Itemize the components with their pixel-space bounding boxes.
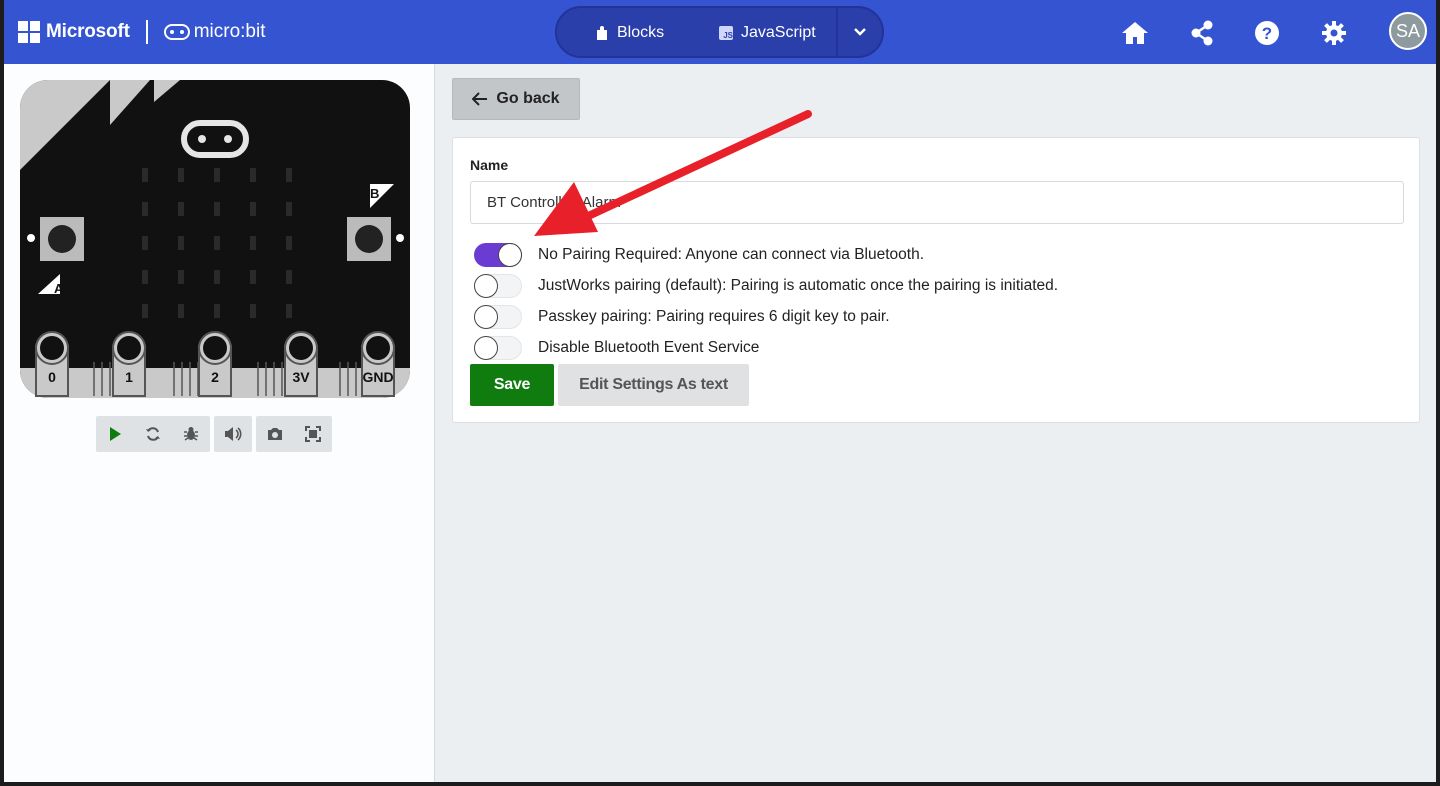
arrow-left-icon — [472, 92, 488, 106]
microbit-logo-icon — [163, 24, 190, 40]
option-label: Passkey pairing: Pairing requires 6 digi… — [538, 308, 890, 325]
fullscreen-icon — [305, 426, 321, 442]
button-b-label: B — [370, 186, 379, 201]
pin-2-label: 2 — [211, 369, 219, 385]
option-label: Disable Bluetooth Event Service — [538, 339, 760, 356]
home-icon — [1122, 22, 1148, 44]
tab-javascript-label: JavaScript — [741, 24, 816, 41]
home-button[interactable] — [1120, 18, 1150, 48]
pin-0: 0 — [35, 331, 69, 397]
user-avatar[interactable]: SA — [1389, 12, 1427, 50]
go-back-label: Go back — [496, 90, 560, 107]
pin-2: 2 — [198, 331, 232, 397]
go-back-button[interactable]: Go back — [452, 78, 580, 120]
option-label: No Pairing Required: Anyone can connect … — [538, 246, 925, 263]
debug-icon — [184, 427, 198, 441]
svg-text:?: ? — [1262, 24, 1272, 43]
toggle-knob — [474, 305, 498, 329]
pin-1: 1 — [112, 331, 146, 397]
top-bar: Microsoft micro:bit Blocks JS JavaScript — [4, 0, 1436, 64]
debug-button[interactable] — [172, 416, 210, 452]
sound-icon — [225, 427, 242, 441]
brand[interactable]: Microsoft micro:bit — [18, 18, 266, 46]
pin-3v: 3V — [284, 331, 318, 397]
edit-settings-as-text-button[interactable]: Edit Settings As text — [558, 364, 749, 406]
editor-toggle: Blocks JS JavaScript — [555, 6, 884, 58]
toggle-knob — [498, 243, 522, 267]
no-pairing-toggle[interactable] — [474, 243, 522, 267]
pin-3v-label: 3V — [292, 369, 310, 385]
disable-event-service-toggle[interactable] — [474, 336, 522, 360]
option-no-pairing: No Pairing Required: Anyone can connect … — [474, 242, 924, 268]
restart-button[interactable] — [134, 416, 172, 452]
option-justworks: JustWorks pairing (default): Pairing is … — [474, 273, 1058, 299]
sim-tool-group-view — [256, 416, 332, 452]
passkey-toggle[interactable] — [474, 305, 522, 329]
settings-button[interactable] — [1319, 18, 1349, 48]
pin-1-label: 1 — [125, 369, 133, 385]
toggle-knob — [474, 274, 498, 298]
pin-gnd: GND — [361, 331, 395, 397]
microsoft-logo-icon — [18, 21, 40, 43]
settings-icon — [1322, 21, 1346, 45]
js-icon: JS — [719, 26, 733, 40]
option-passkey: Passkey pairing: Pairing requires 6 digi… — [474, 304, 890, 330]
name-input[interactable] — [470, 181, 1404, 224]
screenshot-button[interactable] — [256, 416, 294, 452]
sim-tool-group-sound — [214, 416, 252, 452]
puzzle-icon — [597, 26, 607, 40]
tab-javascript[interactable]: JS JavaScript — [719, 15, 816, 51]
button-a-label: A — [54, 281, 64, 296]
play-icon — [110, 427, 121, 441]
justworks-toggle[interactable] — [474, 274, 522, 298]
option-label: JustWorks pairing (default): Pairing is … — [538, 277, 1059, 294]
help-icon: ? — [1255, 21, 1279, 45]
pin-gnd-label: GND — [362, 369, 393, 385]
bluetooth-settings-card: Name No Pairing Required: Anyone can con… — [452, 137, 1420, 423]
editor-dropdown-button[interactable] — [836, 8, 882, 56]
sound-button[interactable] — [214, 416, 252, 452]
simulator-toolbar — [96, 416, 332, 452]
microbit-label: micro:bit — [193, 21, 266, 42]
help-button[interactable]: ? — [1252, 18, 1282, 48]
save-button[interactable]: Save — [470, 364, 554, 406]
option-disable-event-service: Disable Bluetooth Event Service — [474, 335, 759, 361]
chevron-down-icon — [854, 28, 866, 36]
pin-0-label: 0 — [48, 369, 56, 385]
sim-tool-group-run — [96, 416, 210, 452]
fullscreen-button[interactable] — [294, 416, 332, 452]
screenshot-icon — [268, 428, 282, 440]
brand-divider — [145, 20, 148, 44]
share-button[interactable] — [1187, 18, 1217, 48]
toggle-knob — [474, 336, 498, 360]
play-button[interactable] — [96, 416, 134, 452]
microsoft-label: Microsoft — [46, 21, 130, 42]
share-icon — [1191, 20, 1213, 46]
name-label: Name — [470, 157, 509, 173]
app-window: Microsoft micro:bit Blocks JS JavaScript — [4, 0, 1436, 782]
microbit-board[interactable]: A B 0 1 2 3V GND — [20, 80, 410, 398]
simulator-pane: A B 0 1 2 3V GND — [4, 64, 435, 782]
restart-icon — [146, 427, 160, 441]
tab-blocks-label: Blocks — [617, 24, 665, 41]
tab-blocks[interactable]: Blocks — [595, 15, 664, 51]
